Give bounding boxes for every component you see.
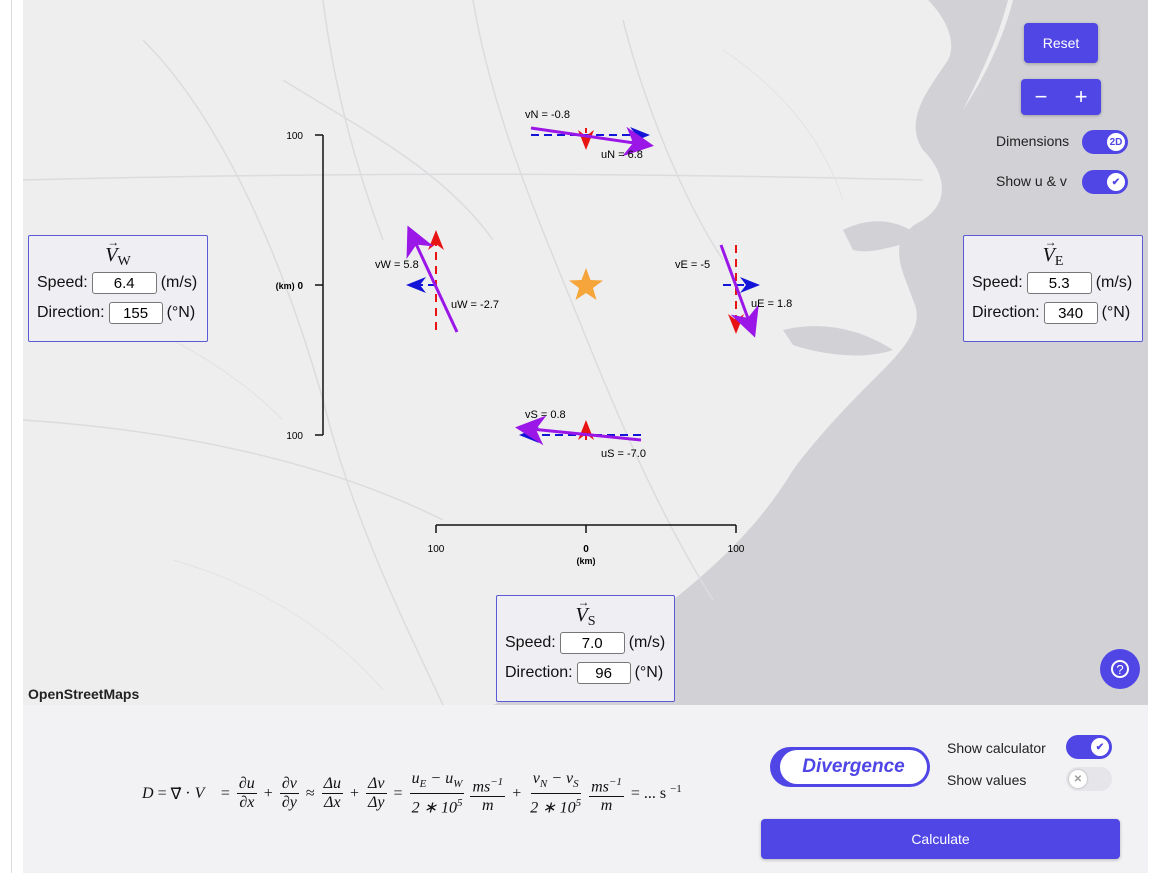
west-direction-label: Direction: xyxy=(37,304,105,321)
zoom-controls: − + xyxy=(1021,79,1101,115)
south-direction-label: Direction: xyxy=(505,664,573,681)
show-calculator-label: Show calculator xyxy=(947,740,1046,756)
ue-label: uE = 1.8 xyxy=(751,298,792,310)
west-station-vectors[interactable] xyxy=(406,225,459,333)
map-attribution: OpenStreetMaps xyxy=(28,686,140,702)
east-vector-panel: VE Speed: (m/s) Direction: (°N) xyxy=(963,229,1143,342)
sound-area xyxy=(783,326,893,356)
west-speed-input[interactable] xyxy=(91,272,157,294)
ve-label: vE = -5 xyxy=(675,259,710,271)
south-vector-panel: VS Speed: (m/s) Direction: (°N) xyxy=(496,589,675,702)
show-uv-label: Show u & v xyxy=(996,173,1067,189)
vn-label: vN = -0.8 xyxy=(525,109,570,121)
dimensions-toggle-knob: 2D xyxy=(1107,133,1125,151)
north-station-vectors[interactable] xyxy=(530,126,654,157)
dimensions-label: Dimensions xyxy=(996,133,1070,149)
check-icon: ✔ xyxy=(1107,173,1125,191)
close-icon: ✕ xyxy=(1069,770,1087,788)
divergence-label: Divergence xyxy=(780,750,927,784)
equation-result: = ... s xyxy=(630,784,667,802)
calculate-button[interactable]: Calculate xyxy=(761,819,1120,859)
reset-button[interactable]: Reset xyxy=(1024,23,1098,63)
west-speed-label: Speed: xyxy=(37,274,88,291)
un-label: uN = 6.8 xyxy=(601,149,643,161)
east-direction-label: Direction: xyxy=(972,304,1040,321)
west-speed-unit: (m/s) xyxy=(160,274,198,291)
west-vector-panel: VW Speed: (m/s) Direction: (°N) xyxy=(28,229,208,342)
bottom-axis-unit-label: (km) xyxy=(576,556,595,566)
left-axis-bottom-label: 100 xyxy=(286,431,303,442)
question-icon: ? xyxy=(1111,660,1129,678)
south-speed-input[interactable] xyxy=(559,632,625,654)
east-speed-label: Speed: xyxy=(972,274,1023,291)
show-values-toggle[interactable]: ✕ xyxy=(1066,767,1112,791)
uw-label: uW = -2.7 xyxy=(451,299,499,311)
west-direction-unit: (°N) xyxy=(166,304,196,321)
bottom-axis-left-label: 100 xyxy=(428,544,445,555)
vs-label: vS = 0.8 xyxy=(525,409,566,421)
south-speed-label: Speed: xyxy=(505,634,556,651)
zoom-out-button[interactable]: − xyxy=(1021,79,1061,115)
center-star-icon xyxy=(569,268,603,300)
east-panel-title: VE xyxy=(972,229,1134,269)
bottom-axis-right-label: 100 xyxy=(728,544,745,555)
zoom-in-button[interactable]: + xyxy=(1061,79,1101,115)
show-calculator-toggle[interactable]: ✔ xyxy=(1066,735,1112,759)
west-direction-input[interactable] xyxy=(108,302,163,324)
south-speed-unit: (m/s) xyxy=(628,634,666,651)
us-label: uS = -7.0 xyxy=(601,448,646,460)
check-icon: ✔ xyxy=(1091,738,1109,756)
south-direction-unit: (°N) xyxy=(634,664,664,681)
south-panel-title: VS xyxy=(505,589,666,629)
left-axis-top-label: 100 xyxy=(286,131,303,142)
show-values-label: Show values xyxy=(947,772,1027,788)
divergence-button[interactable]: Divergence xyxy=(770,747,930,787)
dimensions-toggle[interactable]: 2D xyxy=(1082,130,1128,154)
show-uv-toggle[interactable]: ✔ xyxy=(1082,170,1128,194)
east-speed-input[interactable] xyxy=(1026,272,1092,294)
east-station-vectors[interactable] xyxy=(719,244,760,338)
page-border xyxy=(11,0,12,873)
left-axis-mid-label: (km) 0 xyxy=(276,281,304,292)
east-direction-input[interactable] xyxy=(1043,302,1098,324)
help-button[interactable]: ? xyxy=(1100,649,1140,689)
vw-label: vW = 5.8 xyxy=(375,259,419,271)
divergence-equation: D = ∇⃗ · V⃗ = ∂u ∂x + ∂v ∂y ≈ Δu Δx + Δv Δy = uE − uW… xyxy=(142,770,682,817)
west-panel-title: VW xyxy=(37,229,199,269)
bottom-axis-mid-label: 0 xyxy=(583,544,589,555)
south-direction-input[interactable] xyxy=(576,662,631,684)
east-speed-unit: (m/s) xyxy=(1095,274,1133,291)
east-direction-unit: (°N) xyxy=(1101,304,1131,321)
